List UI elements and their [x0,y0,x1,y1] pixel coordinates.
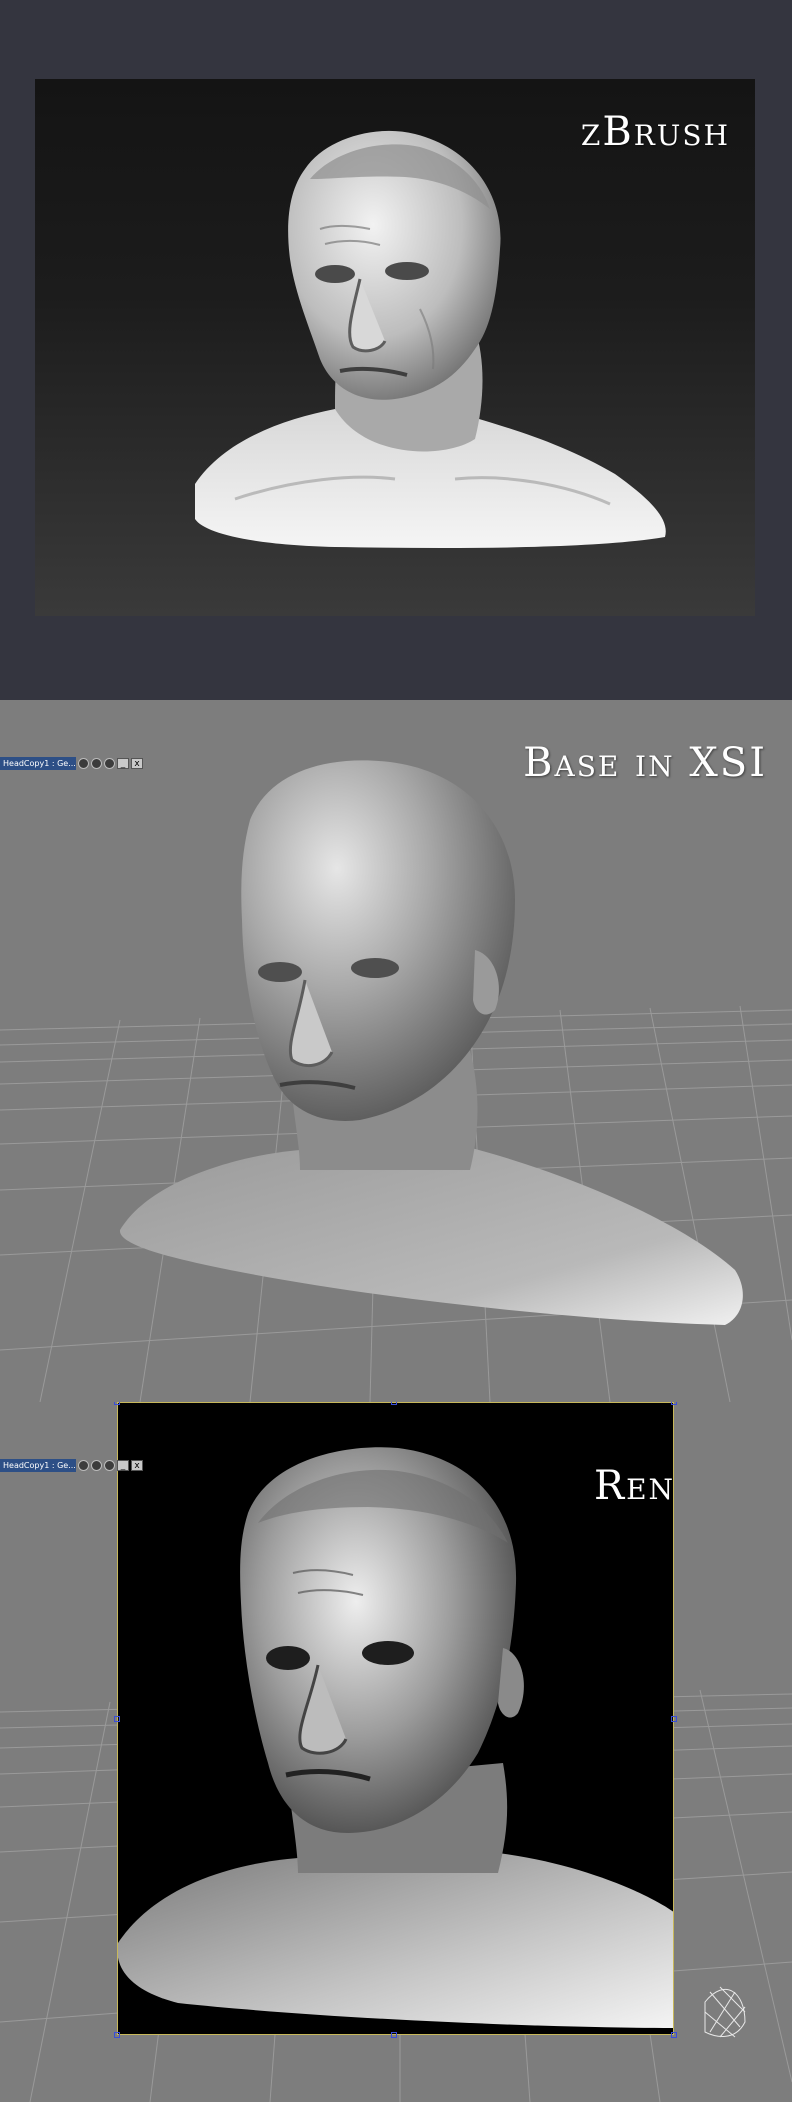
render-viewport-titlebar[interactable]: HeadCopy1 : Ge... _ x [0,1458,152,1473]
camera-icon[interactable] [91,1460,102,1471]
resize-handle[interactable] [671,2032,677,2038]
info-icon[interactable] [104,1460,115,1471]
close-icon[interactable]: x [131,1460,143,1471]
close-icon[interactable]: x [131,758,143,769]
xsi-head-model [119,760,743,1325]
resize-handle[interactable] [114,1716,120,1722]
zbrush-head-sculpt [195,130,666,548]
shading-icon[interactable] [78,758,89,769]
resize-handle[interactable] [114,1402,120,1405]
camera-icon[interactable] [91,758,102,769]
viewport-titlebar[interactable]: HeadCopy1 : Ge... _ x [0,756,152,771]
resize-handle[interactable] [114,2032,120,2038]
viewport-title: HeadCopy1 : Ge... [0,757,76,770]
resize-handle[interactable] [391,1402,397,1405]
render-title: Render [593,1463,674,1509]
render-viewport-title: HeadCopy1 : Ge... [0,1459,76,1472]
shading-icon[interactable] [78,1460,89,1471]
render-viewport-panel: Render HeadCopy1 : Ge... _ x [0,1402,792,2102]
minimize-icon[interactable]: _ [117,758,129,769]
xsi-viewport-panel: HeadCopy1 : Ge... _ x Base in XSI [0,700,792,1402]
resize-handle[interactable] [671,1716,677,1722]
rendered-head [118,1447,673,2028]
zbrush-title: zBrush [580,109,730,155]
zbrush-canvas: zBrush [35,79,755,616]
xsi-title: Base in XSI [523,740,767,786]
minimize-icon[interactable]: _ [117,1460,129,1471]
resize-handle[interactable] [391,2032,397,2038]
render-region[interactable]: Render [117,1402,674,2035]
zbrush-panel: zBrush [0,0,792,700]
resize-handle[interactable] [671,1402,677,1405]
info-icon[interactable] [104,758,115,769]
